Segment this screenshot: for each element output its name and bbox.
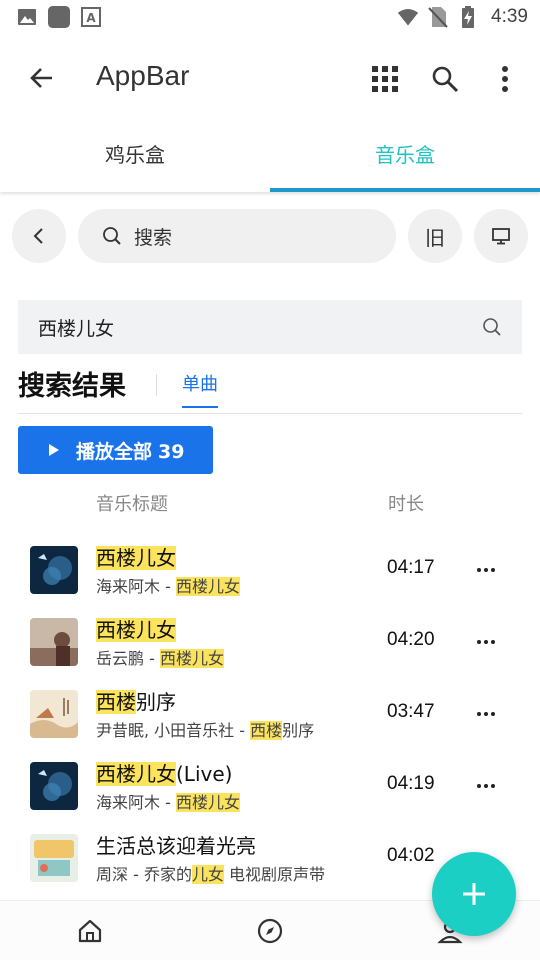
status-time: 4:39 [491,6,528,27]
compass-icon [257,918,283,944]
search-input-value: 西楼儿女 [38,317,115,340]
song-row[interactable]: 西楼别序 尹昔眠, 小田音乐社 - 西楼别序 03:47 [0,678,540,750]
song-duration: 04:20 [387,629,435,650]
search-pill[interactable]: 搜索 [78,209,396,263]
results-title: 搜索结果 [18,371,126,402]
chevron-left-icon [33,228,43,244]
song-more-button[interactable] [472,628,500,656]
song-more-button[interactable] [472,556,500,584]
song-list: 西楼儿女 海来阿木 - 西楼儿女 04:17 西楼儿女 岳云鹏 - 西楼儿女 0… [0,534,540,894]
search-icon [432,66,459,93]
play-icon [49,444,59,456]
more-horizontal-icon [477,712,495,716]
more-options-button[interactable] [484,58,526,100]
app-notification-icon [48,6,70,28]
wifi-icon [397,6,419,28]
app-title: AppBar [96,60,190,91]
song-duration: 03:47 [387,701,435,722]
grid-menu-button[interactable] [364,58,406,100]
header-divider [156,374,157,396]
song-title: 生活总该迎着光亮 [96,834,256,858]
song-subtitle: 海来阿木 - 西楼儿女 [96,793,240,812]
arrow-left-icon [30,68,52,88]
song-subtitle: 岳云鹏 - 西楼儿女 [96,649,224,668]
svg-text:A: A [86,11,96,25]
play-all-count: 39 [158,440,185,463]
column-headers: 音乐标题 时长 [0,486,540,518]
plus-icon [463,883,485,905]
album-cover [30,834,78,882]
toolbar-back-button[interactable] [12,209,66,263]
more-horizontal-icon [477,640,495,644]
more-horizontal-icon [477,568,495,572]
column-title: 音乐标题 [96,494,168,515]
search-pill-label: 搜索 [134,226,173,249]
tab-yinyuehe[interactable]: 音乐盒 [270,120,540,192]
tab-bar: 鸡乐盒 音乐盒 [0,120,540,192]
song-subtitle: 尹昔眠, 小田音乐社 - 西楼别序 [96,721,315,740]
add-fab-button[interactable] [432,852,516,936]
old-version-button[interactable]: 旧 [408,209,462,263]
app-bar: AppBar [0,36,540,120]
album-cover [30,618,78,666]
tab-jilehe[interactable]: 鸡乐盒 [0,120,270,192]
play-all-button[interactable]: 播放全部 39 [18,426,213,474]
song-duration: 04:17 [387,557,435,578]
no-sim-icon [427,6,449,28]
tab-singles[interactable]: 单曲 [182,370,218,408]
song-duration: 04:02 [387,845,435,866]
song-title: 西楼儿女 [96,618,176,642]
song-title: 西楼儿女 [96,546,176,570]
song-title: 西楼儿女(Live) [96,762,233,786]
results-header: 搜索结果 单曲 [18,362,522,414]
album-cover [30,690,78,738]
home-icon [78,919,102,943]
song-duration: 04:19 [387,773,435,794]
play-all-label: 播放全部 [76,440,153,463]
song-subtitle: 周深 - 乔家的儿女 电视剧原声带 [96,865,326,884]
song-row[interactable]: 西楼儿女 岳云鹏 - 西楼儿女 04:20 [0,606,540,678]
search-button[interactable] [424,58,466,100]
song-more-button[interactable] [472,772,500,800]
nav-discover[interactable] [254,915,286,947]
monitor-icon [492,228,510,245]
more-vertical-icon [502,66,508,92]
back-button[interactable] [22,58,62,98]
font-notification-icon: A [80,6,102,28]
grid-icon [372,66,398,92]
battery-charging-icon [457,6,479,28]
nav-home[interactable] [74,915,106,947]
album-cover [30,546,78,594]
search-icon[interactable] [482,317,502,337]
gallery-notification-icon [16,6,38,28]
song-subtitle: 海来阿木 - 西楼儿女 [96,577,240,596]
song-title: 西楼别序 [96,690,176,714]
desktop-button[interactable] [474,209,528,263]
song-row[interactable]: 西楼儿女(Live) 海来阿木 - 西楼儿女 04:19 [0,750,540,822]
more-horizontal-icon [477,784,495,788]
search-icon [103,227,121,245]
column-duration: 时长 [388,494,424,515]
old-version-label: 旧 [425,225,445,250]
search-toolbar: 搜索 旧 [0,192,540,282]
song-more-button[interactable] [472,700,500,728]
status-bar: A 4:39 [0,0,540,36]
song-row[interactable]: 西楼儿女 海来阿木 - 西楼儿女 04:17 [0,534,540,606]
album-cover [30,762,78,810]
search-input[interactable]: 西楼儿女 [18,300,522,354]
